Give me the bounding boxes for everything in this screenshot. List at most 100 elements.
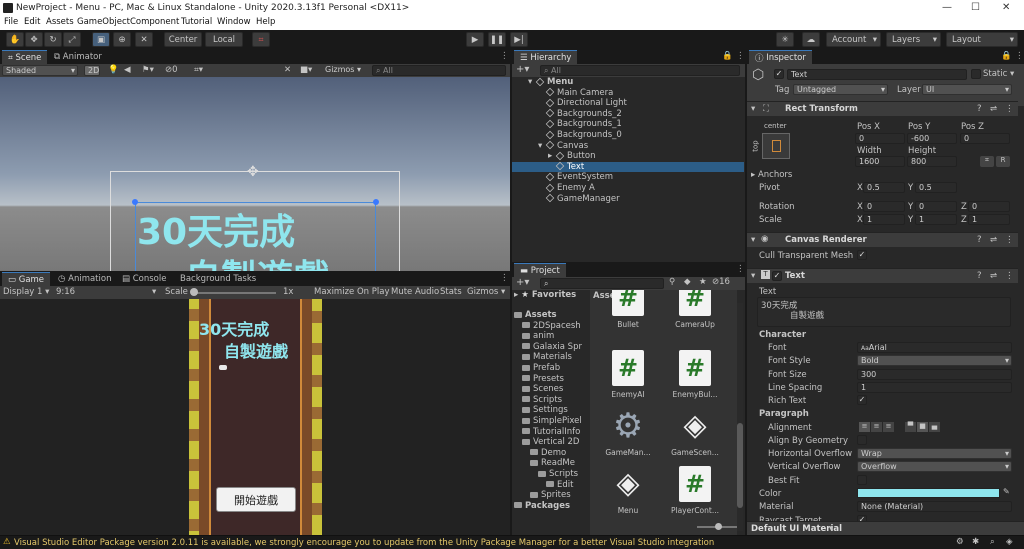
display-dropdown[interactable]: Display 1 ▾ [3,287,49,297]
scene-search-input[interactable]: ⌕ All [372,65,506,76]
mute-audio-button[interactable]: Mute Audio [391,287,439,297]
tab-animator[interactable]: ⧉ Animator [48,50,108,64]
stats-button[interactable]: Stats [440,287,462,297]
align-bottom-button[interactable]: ▄ [929,422,940,432]
lighting-icon[interactable]: 💡 [108,65,119,75]
preset-icon[interactable]: ⇌ [990,271,997,281]
hierarchy-item[interactable]: ▾ Menu [512,77,744,88]
account-dropdown[interactable]: Account ▾ [826,32,881,47]
more-options-icon[interactable]: ⋮ [736,264,745,274]
favorites-item[interactable]: ▸ ★ Favorites [514,290,576,300]
play-button[interactable]: ▶ [466,32,484,47]
tools-icon[interactable]: ✕ [284,65,291,75]
menu-help[interactable]: Help [256,17,275,27]
grid-icon[interactable]: ⌗▾ [194,65,203,75]
hierarchy-item[interactable]: Main Camera [512,88,744,99]
material-field[interactable]: None (Material) [857,501,1012,512]
tab-background-tasks[interactable]: Background Tasks [174,272,262,286]
help-icon[interactable]: ? [977,235,982,245]
tab-scene[interactable]: ⌗ Scene [2,50,48,64]
asset-tile[interactable]: ◈ Menu [603,466,653,515]
color-swatch[interactable] [857,488,1000,498]
blueprint-mode-icon[interactable]: ⌗ [980,156,994,167]
hand-tool-icon[interactable]: ✋ [6,32,24,47]
project-search-input[interactable]: ⌕ [540,278,664,289]
project-folder-item[interactable]: Scenes [512,384,589,395]
hierarchy-item[interactable]: Backgrounds_2 [512,109,744,120]
project-folder-item[interactable]: Scripts [512,469,589,480]
project-scrollbar-thumb[interactable] [737,423,743,508]
hierarchy-item[interactable]: Backgrounds_0 [512,130,744,141]
debug-icon[interactable]: ✱ [972,537,979,547]
menu-tutorial[interactable]: Tutorial [181,17,212,27]
asset-tile[interactable]: # EnemyBul... [670,350,720,399]
hierarchy-item[interactable]: Enemy A [512,183,744,194]
tag-dropdown[interactable]: Untagged ▾ [793,84,888,95]
default-material-bar[interactable]: Default UI Material ▾ [747,521,1024,535]
pivot-x-field[interactable]: 0.5 [863,182,905,193]
text-content-area[interactable]: 30天完成 自製遊戲 [757,297,1011,327]
close-button[interactable]: ✕ [1002,2,1010,13]
more-options-icon[interactable]: ⋮ [1005,104,1014,114]
project-folder-item[interactable]: 2DSpacesh [512,321,589,332]
raw-edit-button[interactable]: R [996,156,1010,167]
font-style-dropdown[interactable]: Bold ▾ [857,355,1012,366]
height-field[interactable]: 800 [907,156,957,167]
rot-y-field[interactable]: 0 [915,201,957,212]
more-options-icon[interactable]: ⋮ [500,273,509,283]
expand-arrow-icon[interactable]: ▾ [538,141,546,151]
project-folder-item[interactable]: Packages [512,501,589,512]
collapse-arrow-icon[interactable]: ▸ [548,151,556,161]
project-folder-item[interactable]: TutorialInfo [512,427,589,438]
shading-dropdown[interactable]: Shaded ▾ [2,65,78,76]
project-folder-item[interactable]: Prefab [512,363,589,374]
hierarchy-search-input[interactable]: ⌕ All [540,65,740,76]
asset-tile[interactable]: ◈ GameScen... [670,408,720,457]
lock-icon[interactable]: 🔒 [722,51,733,61]
transform-tool-icon[interactable]: ⊕ [113,32,131,47]
rot-x-field[interactable]: 0 [863,201,905,212]
more-options-icon[interactable]: ⋮ [1005,235,1014,245]
best-fit-checkbox[interactable] [857,475,867,485]
star-icon[interactable]: ★ [699,277,707,287]
preset-icon[interactable]: ⇌ [990,104,997,114]
pivot-y-field[interactable]: 0.5 [915,182,957,193]
tab-animation[interactable]: ◷ Animation [52,272,117,286]
hierarchy-item[interactable]: Backgrounds_1 [512,119,744,130]
hierarchy-item[interactable]: Text [512,161,744,173]
pause-button[interactable]: ❚❚ [488,32,506,47]
gizmos-dropdown[interactable]: Gizmos ▾ [322,65,366,76]
project-folder-item[interactable]: ReadMe [512,458,589,469]
static-label[interactable]: Static ▾ [983,69,1014,79]
menu-component[interactable]: Component [130,17,179,27]
preset-icon[interactable]: ⇌ [990,235,997,245]
maximize-on-play-button[interactable]: Maximize On Play [314,287,389,297]
effects-icon[interactable]: ⚑▾ [142,65,154,75]
2d-toggle[interactable]: 2D [84,65,100,76]
step-button[interactable]: ▶| [510,32,528,47]
tab-hierarchy[interactable]: ☰ Hierarchy [514,50,578,64]
pivot-center-button[interactable]: Center [164,32,202,47]
hierarchy-item[interactable]: GameManager [512,194,744,205]
align-right-button[interactable]: ≡ [883,422,894,432]
hidden-packages-icon[interactable]: ⊘16 [712,277,730,287]
more-options-icon[interactable]: ⋮ [736,51,745,61]
icon-size-thumb[interactable] [715,523,722,530]
minimize-button[interactable]: — [942,2,952,13]
project-folder-item[interactable]: Scripts [512,395,589,406]
object-name-field[interactable]: Text [787,69,967,80]
collab-icon[interactable]: ✳ [776,32,794,47]
anchor-preset-button[interactable] [762,133,790,159]
cull-mesh-checkbox[interactable]: ✓ [857,250,867,260]
rotate-tool-icon[interactable]: ↻ [44,32,62,47]
create-button[interactable]: +▾ [516,64,529,75]
visibility-icon[interactable]: ⊘0 [165,65,178,75]
rot-z-field[interactable]: 0 [968,201,1010,212]
menu-file[interactable]: File [4,17,18,27]
menu-gameobject[interactable]: GameObject [77,17,130,27]
asset-tile[interactable]: # EnemyAI [603,350,653,399]
tab-game[interactable]: ▭ Game [2,272,51,286]
game-gizmos-dropdown[interactable]: Gizmos ▾ [467,287,505,297]
hierarchy-item[interactable]: EventSystem [512,172,744,183]
active-checkbox[interactable]: ✓ [774,69,784,79]
